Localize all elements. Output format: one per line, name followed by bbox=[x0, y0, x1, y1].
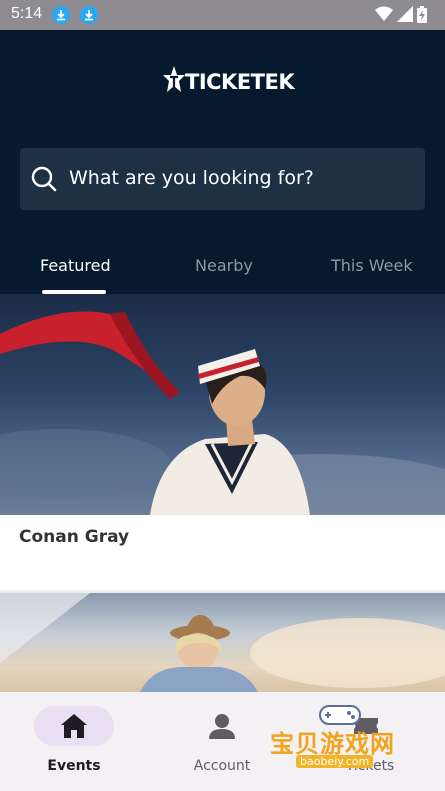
event-photo bbox=[0, 593, 445, 693]
status-bar: 5:14 bbox=[0, 0, 445, 30]
watermark-text: 宝贝游戏网 bbox=[270, 730, 395, 758]
home-icon bbox=[61, 714, 87, 738]
watermark-url: baobeiy.com bbox=[296, 755, 374, 768]
system-status-icons bbox=[375, 6, 435, 24]
person-icon bbox=[209, 714, 235, 739]
battery-icon bbox=[417, 6, 427, 23]
download-notification-icon bbox=[52, 6, 70, 24]
baobeiy-watermark: 宝贝游戏网 baobeiy.com bbox=[268, 702, 418, 784]
logo-text: TICKETEK bbox=[185, 70, 295, 94]
event-image[interactable] bbox=[0, 294, 445, 515]
event-photo bbox=[0, 311, 445, 515]
event-image[interactable] bbox=[0, 593, 445, 693]
event-tabs: Featured Nearby This Week bbox=[0, 244, 445, 294]
search-placeholder: What are you looking for? bbox=[69, 167, 314, 189]
app-header: TICKETEK What are you looking for? Featu… bbox=[0, 30, 445, 294]
nav-label-events: Events bbox=[47, 758, 101, 774]
nav-events[interactable]: Events bbox=[0, 692, 148, 791]
tab-this-week[interactable]: This Week bbox=[331, 256, 413, 275]
tab-nearby[interactable]: Nearby bbox=[195, 256, 253, 275]
logo-star-icon bbox=[163, 66, 185, 92]
download-notification-icon bbox=[80, 6, 98, 24]
cellular-signal-icon bbox=[397, 6, 413, 22]
search-icon bbox=[31, 166, 57, 192]
wifi-icon bbox=[375, 6, 393, 21]
event-title[interactable]: Conan Gray bbox=[19, 527, 129, 547]
search-bar[interactable]: What are you looking for? bbox=[20, 148, 425, 210]
tab-featured[interactable]: Featured bbox=[40, 256, 111, 275]
status-time: 5:14 bbox=[11, 5, 43, 22]
